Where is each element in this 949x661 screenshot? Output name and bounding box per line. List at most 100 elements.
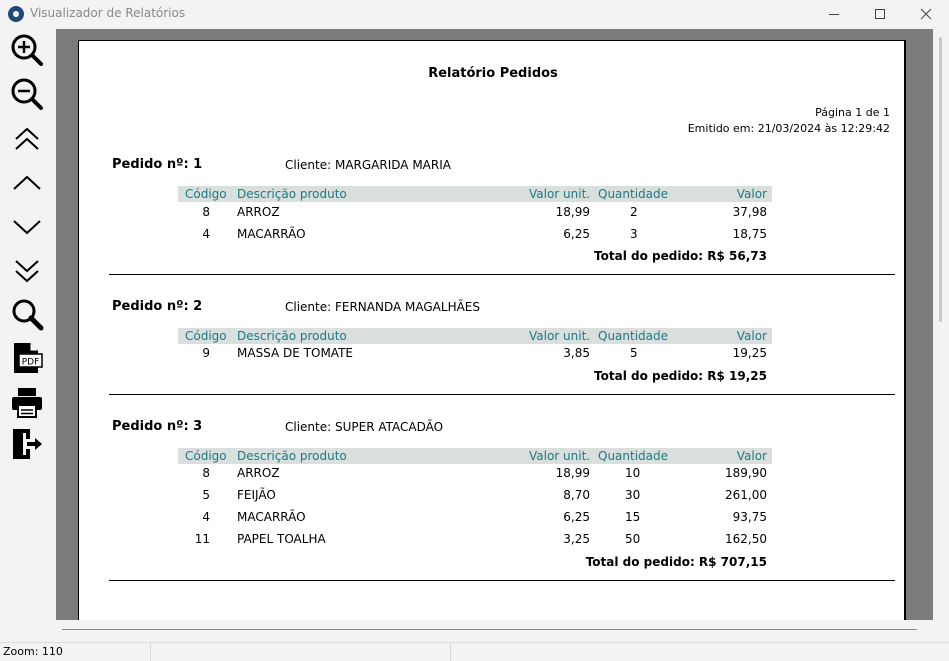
cell-valor-unit: 6,25 <box>563 227 590 241</box>
cell-valor-unit: 6,25 <box>563 510 590 524</box>
printer-icon <box>12 388 42 418</box>
window-title: Visualizador de Relatórios <box>30 6 186 20</box>
title-bar: Visualizador de Relatórios <box>0 0 949 28</box>
print-button[interactable] <box>9 384 45 420</box>
cell-quantidade: 15 <box>625 510 641 524</box>
header-descricao: Descrição produto <box>237 329 347 343</box>
cell-descricao: MACARRÃO <box>237 510 306 524</box>
minimize-icon <box>829 14 839 15</box>
previous-page-button[interactable] <box>9 165 45 201</box>
maximize-button[interactable] <box>857 0 903 28</box>
header-codigo: Código <box>185 187 227 201</box>
table-header: Código Descrição produto Valor unit. Qua… <box>178 328 772 344</box>
report-title: Relatório Pedidos <box>428 66 558 81</box>
exit-button[interactable] <box>9 426 45 462</box>
cell-quantidade: 30 <box>625 488 641 502</box>
status-divider <box>450 643 451 661</box>
order-number: Pedido nº: 2 <box>112 299 203 314</box>
header-valor: Valor <box>736 329 767 343</box>
cell-valor: 93,75 <box>732 510 767 524</box>
last-page-button[interactable] <box>9 252 45 288</box>
table-header: Código Descrição produto Valor unit. Qua… <box>178 448 772 464</box>
cell-valor: 189,90 <box>725 466 767 480</box>
order-number: Pedido nº: 1 <box>112 157 203 172</box>
cell-codigo: 11 <box>194 532 210 546</box>
zoom-out-button[interactable] <box>9 76 45 112</box>
cell-quantidade: 5 <box>630 346 638 360</box>
report-viewer-window: Visualizador de Relatórios PDF Relatório… <box>0 0 949 661</box>
horizontal-scrollbar[interactable] <box>56 620 933 636</box>
vertical-scrollbar-thumb[interactable] <box>939 37 942 322</box>
zoom-in-icon <box>11 34 43 66</box>
horizontal-scrollbar-thumb[interactable] <box>62 629 917 630</box>
zoom-level: Zoom: 110 <box>3 645 63 658</box>
maximize-icon <box>875 9 885 19</box>
cell-valor: 37,98 <box>732 205 767 219</box>
cell-valor-unit: 18,99 <box>555 205 590 219</box>
first-page-button[interactable] <box>9 122 45 158</box>
cell-codigo: 4 <box>202 510 210 524</box>
close-icon <box>920 8 932 20</box>
header-quantidade: Quantidade <box>598 449 669 463</box>
order-client: Cliente: FERNANDA MAGALHÃES <box>285 300 480 314</box>
cell-descricao: ARROZ <box>237 466 280 480</box>
cell-descricao: MASSA DE TOMATE <box>237 346 353 360</box>
header-valor-unit: Valor unit. <box>529 187 591 201</box>
header-descricao: Descrição produto <box>237 449 347 463</box>
cell-valor-unit: 8,70 <box>563 488 590 502</box>
cell-quantidade: 10 <box>625 466 641 480</box>
exit-icon <box>13 429 42 459</box>
header-codigo: Código <box>185 329 227 343</box>
table-header: Código Descrição produto Valor unit. Qua… <box>178 186 772 202</box>
order-separator <box>109 394 895 395</box>
status-bar: Zoom: 110 <box>0 642 949 661</box>
order-number: Pedido nº: 3 <box>112 419 203 434</box>
cell-codigo: 8 <box>202 466 210 480</box>
pdf-file-icon: PDF <box>14 343 43 373</box>
vertical-scrollbar[interactable] <box>933 29 949 636</box>
cell-valor: 162,50 <box>725 532 767 546</box>
search-icon <box>12 299 44 331</box>
chevron-down-icon <box>13 220 41 235</box>
double-chevron-up-icon <box>15 127 39 150</box>
header-valor-unit: Valor unit. <box>529 329 591 343</box>
cell-quantidade: 50 <box>625 532 641 546</box>
cell-descricao: ARROZ <box>237 205 280 219</box>
order-client: Cliente: MARGARIDA MARIA <box>285 158 451 172</box>
zoom-in-button[interactable] <box>9 32 45 68</box>
minimize-button[interactable] <box>811 0 857 28</box>
search-button[interactable] <box>9 296 45 332</box>
cell-descricao: FEIJÃO <box>237 488 276 502</box>
header-valor: Valor <box>736 449 767 463</box>
cell-descricao: MACARRÃO <box>237 227 306 241</box>
report-viewport[interactable]: Relatório Pedidos Página 1 de 1 Emitido … <box>56 29 933 620</box>
app-icon <box>8 6 24 22</box>
next-page-button[interactable] <box>9 208 45 244</box>
page-number: Página 1 de 1 <box>815 106 890 119</box>
header-codigo: Código <box>185 449 227 463</box>
emission-date: Emitido em: 21/03/2024 às 12:29:42 <box>687 122 890 135</box>
status-divider <box>150 643 151 661</box>
order-total: Total do pedido: R$ 19,25 <box>594 369 767 383</box>
cell-valor: 18,75 <box>732 227 767 241</box>
double-chevron-down-icon <box>15 260 39 283</box>
cell-valor-unit: 3,25 <box>563 532 590 546</box>
header-quantidade: Quantidade <box>598 329 669 343</box>
export-pdf-button[interactable]: PDF <box>9 340 45 376</box>
report-page: Relatório Pedidos Página 1 de 1 Emitido … <box>78 40 906 620</box>
order-total: Total do pedido: R$ 56,73 <box>594 249 767 263</box>
cell-quantidade: 2 <box>630 205 638 219</box>
cell-descricao: PAPEL TOALHA <box>237 532 326 546</box>
header-quantidade: Quantidade <box>598 187 669 201</box>
cell-valor: 261,00 <box>725 488 767 502</box>
cell-codigo: 5 <box>202 488 210 502</box>
order-separator <box>109 274 895 275</box>
close-button[interactable] <box>903 0 949 28</box>
zoom-out-icon <box>11 78 43 110</box>
cell-valor: 19,25 <box>732 346 767 360</box>
chevron-up-icon <box>13 175 41 190</box>
cell-codigo: 9 <box>202 346 210 360</box>
cell-valor-unit: 18,99 <box>555 466 590 480</box>
pdf-icon-label: PDF <box>22 358 40 368</box>
order-separator <box>109 580 895 581</box>
